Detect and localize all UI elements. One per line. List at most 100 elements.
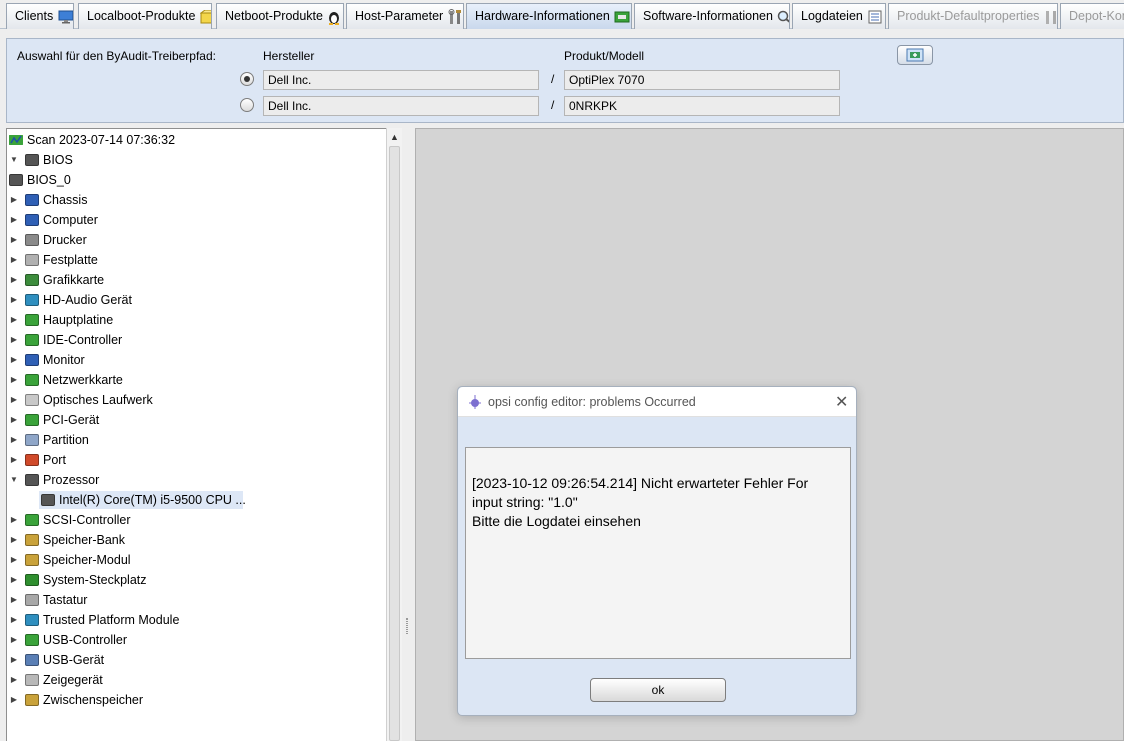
expand-toggle-icon[interactable]: ▶ <box>9 411 19 429</box>
expand-toggle-icon[interactable]: ▶ <box>9 291 19 309</box>
tree-item-label: BIOS_0 <box>27 173 71 187</box>
expand-toggle-icon[interactable]: ▶ <box>9 331 19 349</box>
tree-item-label: SCSI-Controller <box>43 513 131 527</box>
search-icon <box>778 10 789 23</box>
tree-item-label: BIOS <box>43 153 73 167</box>
expand-toggle-icon[interactable]: ▶ <box>9 391 19 409</box>
driver-path-radio-2[interactable] <box>240 98 254 112</box>
tab-software-informationen[interactable]: Software-Informationen <box>634 3 790 29</box>
tree-item-label: Optisches Laufwerk <box>43 393 153 407</box>
expand-toggle-icon[interactable]: ▶ <box>9 271 19 289</box>
expand-toggle-icon[interactable]: ▶ <box>9 691 19 709</box>
expand-toggle-icon[interactable]: ▶ <box>9 531 19 549</box>
card-icon <box>25 634 39 646</box>
keyboard-icon <box>25 594 39 606</box>
ok-button[interactable]: ok <box>590 678 726 702</box>
mouse-icon <box>25 674 39 686</box>
error-message-area[interactable]: [2023-10-12 09:26:54.214] Nicht erwartet… <box>465 447 851 659</box>
opsi-logo-icon <box>469 395 481 409</box>
tree-leaf-item[interactable]: Intel(R) Core(TM) i5-9500 CPU ... <box>39 491 246 509</box>
partition-icon <box>25 434 39 446</box>
expand-toggle-icon[interactable]: ▶ <box>9 191 19 209</box>
expand-toggle-icon[interactable]: ▶ <box>9 511 19 529</box>
splitter-grip[interactable] <box>406 618 408 634</box>
upload-driver-button[interactable] <box>897 45 933 65</box>
cd-icon <box>25 394 39 406</box>
expand-toggle-icon[interactable]: ▶ <box>9 371 19 389</box>
expand-toggle-icon[interactable]: ▶ <box>9 671 19 689</box>
expand-toggle-icon[interactable]: ▶ <box>9 571 19 589</box>
tree-item-label: Trusted Platform Module <box>43 613 180 627</box>
linux-icon <box>329 11 340 25</box>
expand-toggle-icon[interactable]: ▶ <box>9 231 19 249</box>
tree-item-label: Prozessor <box>43 473 100 487</box>
scrollbar-thumb[interactable] <box>389 146 400 741</box>
tab-netboot-produkte[interactable]: Netboot-Produkte <box>216 3 344 29</box>
error-message-line: Bitte die Logdatei einsehen <box>472 513 641 529</box>
tab-logdateien[interactable]: Logdateien <box>792 3 886 29</box>
expand-toggle-icon[interactable]: ▶ <box>9 631 19 649</box>
model-field-2[interactable]: 0NRKPK <box>564 96 840 116</box>
tree-item-label: HD-Audio Gerät <box>43 293 132 307</box>
vendor-field-1[interactable]: Dell Inc. <box>263 70 539 90</box>
tree-item-label: PCI-Gerät <box>43 413 100 427</box>
tree-item-label: Partition <box>43 433 89 447</box>
split-pane-divider[interactable] <box>402 128 412 741</box>
scroll-up-icon[interactable]: ▲ <box>390 132 399 142</box>
expand-toggle-icon[interactable]: ▶ <box>9 351 19 369</box>
close-icon[interactable]: ✕ <box>835 392 848 412</box>
tpm-icon <box>25 614 39 626</box>
vendor-column-header: Hersteller <box>263 49 315 63</box>
expand-toggle-icon[interactable]: ▶ <box>9 651 19 669</box>
tab-hardware-informationen[interactable]: Hardware-Informationen <box>466 3 632 29</box>
expand-toggle-icon[interactable]: ▶ <box>9 211 19 229</box>
graphics-card-icon <box>25 274 39 286</box>
tab-produkt-defaultproperties: Produkt-Defaultproperties <box>888 3 1058 29</box>
expand-toggle-icon[interactable]: ▶ <box>9 551 19 569</box>
tree-item-label: Tastatur <box>43 593 88 607</box>
collapse-toggle-icon[interactable]: ▼ <box>9 151 19 169</box>
tab-clients[interactable]: Clients <box>6 3 74 29</box>
package-icon <box>199 9 211 24</box>
expand-toggle-icon[interactable]: ▶ <box>9 251 19 269</box>
expand-toggle-icon[interactable]: ▶ <box>9 591 19 609</box>
hardware-icon <box>614 11 630 23</box>
network-card-icon <box>25 374 39 386</box>
expand-toggle-icon[interactable]: ▶ <box>9 451 19 469</box>
model-field-1[interactable]: OptiPlex 7070 <box>564 70 840 90</box>
expand-toggle-icon[interactable]: ▶ <box>9 431 19 449</box>
printer-icon <box>25 234 39 246</box>
vendor-field-2[interactable]: Dell Inc. <box>263 96 539 116</box>
harddisk-icon <box>25 254 39 266</box>
dialog-title-bar[interactable]: opsi config editor: problems Occurred ✕ <box>458 387 856 417</box>
memory-icon <box>25 534 39 546</box>
monitor-icon <box>58 10 73 24</box>
tab-localboot-produkte[interactable]: Localboot-Produkte <box>78 3 212 29</box>
tree-item-label: Grafikkarte <box>43 273 105 287</box>
tree-item-label: Drucker <box>43 233 87 247</box>
upload-icon <box>906 48 924 62</box>
tab-depot-konfiguration: Depot-Konfiguration <box>1060 3 1124 29</box>
path-separator: / <box>551 98 555 112</box>
driver-path-radio-1[interactable] <box>240 72 254 86</box>
chassis-icon <box>25 194 39 206</box>
computer-icon <box>25 214 39 226</box>
monitor-icon <box>25 354 39 366</box>
slot-icon <box>25 574 39 586</box>
tree-item-label: Intel(R) Core(TM) i5-9500 CPU ... <box>59 493 246 507</box>
tree-item-label: Festplatte <box>43 253 98 267</box>
chip-icon <box>25 474 39 486</box>
tree-item-label: Hauptplatine <box>43 313 114 327</box>
tree-item-label: USB-Controller <box>43 633 128 647</box>
path-separator: / <box>551 72 555 86</box>
scan-icon <box>9 135 23 145</box>
tree-item-label: Chassis <box>43 193 88 207</box>
expand-toggle-icon[interactable]: ▶ <box>9 311 19 329</box>
tree-scrollbar[interactable]: ▲ <box>386 128 402 741</box>
error-message-line: input string: "1.0" <box>472 494 578 510</box>
tab-host-parameter[interactable]: Host-Parameter <box>346 3 464 29</box>
expand-toggle-icon[interactable]: ▶ <box>9 611 19 629</box>
chip-icon <box>9 174 23 186</box>
tree-item-label: Speicher-Bank <box>43 533 125 547</box>
collapse-toggle-icon[interactable]: ▼ <box>9 471 19 489</box>
